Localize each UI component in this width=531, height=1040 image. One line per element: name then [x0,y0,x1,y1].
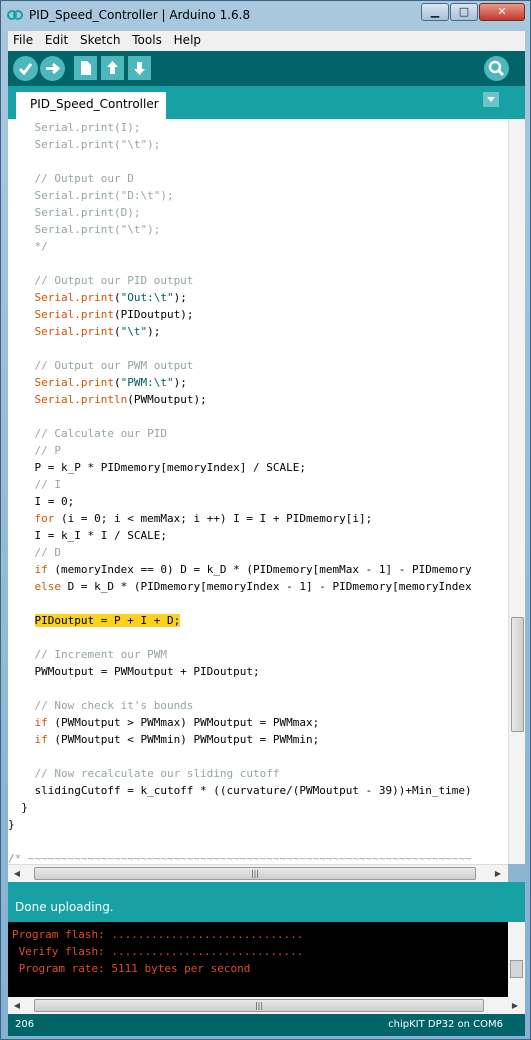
code-line: if (PWMoutput > PWMmax) PWMoutput = PWMm… [34,716,320,729]
code-line: // Output our PID output [8,274,194,287]
code-line: // Increment our PWM [8,648,167,661]
tab-bar: PID_Speed_Controller [8,86,525,119]
code-area[interactable]: Serial.print(I); Serial.print("\t"); // … [8,119,508,864]
code-line: // Output our PWM output [8,359,194,372]
code-line: // I [8,478,61,491]
pane-divider[interactable] [8,882,525,890]
code-line: else D = k_D * (PIDmemory[memoryIndex - … [34,580,472,593]
scroll-right-icon[interactable]: ▶ [491,867,505,881]
scrollbar-thumb[interactable]: ||| [34,999,484,1012]
minimize-button[interactable]: ▁ [421,3,449,21]
code-line: Serial.println(PWMoutput); [34,393,207,406]
menu-sketch[interactable]: Sketch [77,31,123,49]
scrollbar-thumb[interactable] [511,617,524,732]
menu-bar: File Edit Sketch Tools Help [8,31,525,51]
title-bar[interactable]: PID_Speed_Controller | Arduino 1.6.8 ▁ □… [1,1,531,31]
code-editor[interactable]: Serial.print(I); Serial.print("\t"); // … [8,119,525,864]
code-line: PIDoutput = P + I + D; [34,614,181,627]
toolbar [8,51,525,86]
tab-menu-button[interactable] [483,92,499,107]
code-line: } [8,801,28,814]
line-number: 206 [15,1019,35,1030]
code-line: PWMoutput = PWMoutput + PIDoutput; [8,665,260,678]
scrollbar-thumb[interactable]: ||| [34,867,476,880]
console-line: Program rate: 5111 bytes per second [12,962,251,975]
code-line: if (memoryIndex == 0) D = k_D * (PIDmemo… [34,563,472,576]
editor-horizontal-scrollbar[interactable]: ◀ ||| ▶ [8,864,508,882]
code-line: // Output our D [8,172,134,185]
serial-monitor-icon[interactable] [484,56,509,81]
console-vertical-scrollbar[interactable] [508,922,525,997]
scroll-right-icon[interactable]: ▶ [508,999,522,1013]
code-line: Serial.print("\t"); [8,138,161,151]
code-line: Serial.print("\t"); [8,223,161,236]
code-line: Serial.print("D:\t"); [8,189,174,202]
chevron-down-icon [487,97,495,102]
new-icon[interactable] [74,56,97,80]
maximize-button[interactable]: □ [450,3,478,21]
console-output[interactable]: Program flash: .........................… [8,922,525,997]
console-horizontal-scrollbar[interactable]: ◀ ||| ▶ [8,997,525,1014]
arduino-logo-icon [7,10,23,20]
scroll-left-icon[interactable]: ◀ [10,999,24,1013]
menu-help[interactable]: Help [171,31,204,49]
code-line: Serial.print(D); [8,206,141,219]
code-line: /* ~~~~~~~~~~~~~~~~~~~~~~~~~~~~~~~~~~~~~… [8,852,472,864]
status-message: Done uploading. [8,890,525,922]
editor-vertical-scrollbar[interactable] [508,119,525,864]
scrollbar-thumb[interactable] [510,960,523,978]
code-line: I = k_I * I / SCALE; [8,529,167,542]
code-line: Serial.print(I); [8,121,141,134]
tab-pid-speed-controller[interactable]: PID_Speed_Controller [16,92,166,119]
code-line: // Now recalculate our sliding cutoff [8,767,280,780]
bottom-status-bar: 206 chipKIT DP32 on COM6 [8,1014,525,1036]
code-line: Serial.print(PIDoutput); [34,308,194,321]
verify-icon[interactable] [13,56,38,81]
code-line: // P [8,444,61,457]
code-line: // D [8,546,61,559]
close-button[interactable]: ✕ [479,3,525,21]
board-info: chipKIT DP32 on COM6 [388,1019,503,1030]
code-line: // Now check it's bounds [8,699,194,712]
code-line: Serial.print("PWM:\t"); [34,376,187,389]
open-icon[interactable] [101,56,124,80]
console-line: Program flash: .........................… [12,928,304,941]
code-line: if (PWMoutput < PWMmin) PWMoutput = PWMm… [34,733,320,746]
menu-tools[interactable]: Tools [129,31,165,49]
console-line: Verify flash: ..........................… [12,945,304,958]
upload-icon[interactable] [40,56,65,81]
code-line: I = 0; [8,495,75,508]
save-icon[interactable] [128,56,151,80]
code-line: */ [8,240,48,253]
arduino-window: PID_Speed_Controller | Arduino 1.6.8 ▁ □… [0,0,531,1040]
code-line: Serial.print("\t"); [34,325,161,338]
code-line: for (i = 0; i < memMax; i ++) I = I + PI… [34,512,373,525]
code-line: P = k_P * PIDmemory[memoryIndex] / SCALE… [8,461,307,474]
menu-file[interactable]: File [10,31,36,49]
code-line: // Calculate our PID [8,427,167,440]
code-line: slidingCutoff = k_cutoff * ((curvature/(… [8,784,472,797]
code-line: Serial.print("Out:\t"); [34,291,187,304]
window-title: PID_Speed_Controller | Arduino 1.6.8 [29,8,251,22]
scroll-left-icon[interactable]: ◀ [10,867,24,881]
menu-edit[interactable]: Edit [42,31,71,49]
code-line: } [8,818,15,831]
